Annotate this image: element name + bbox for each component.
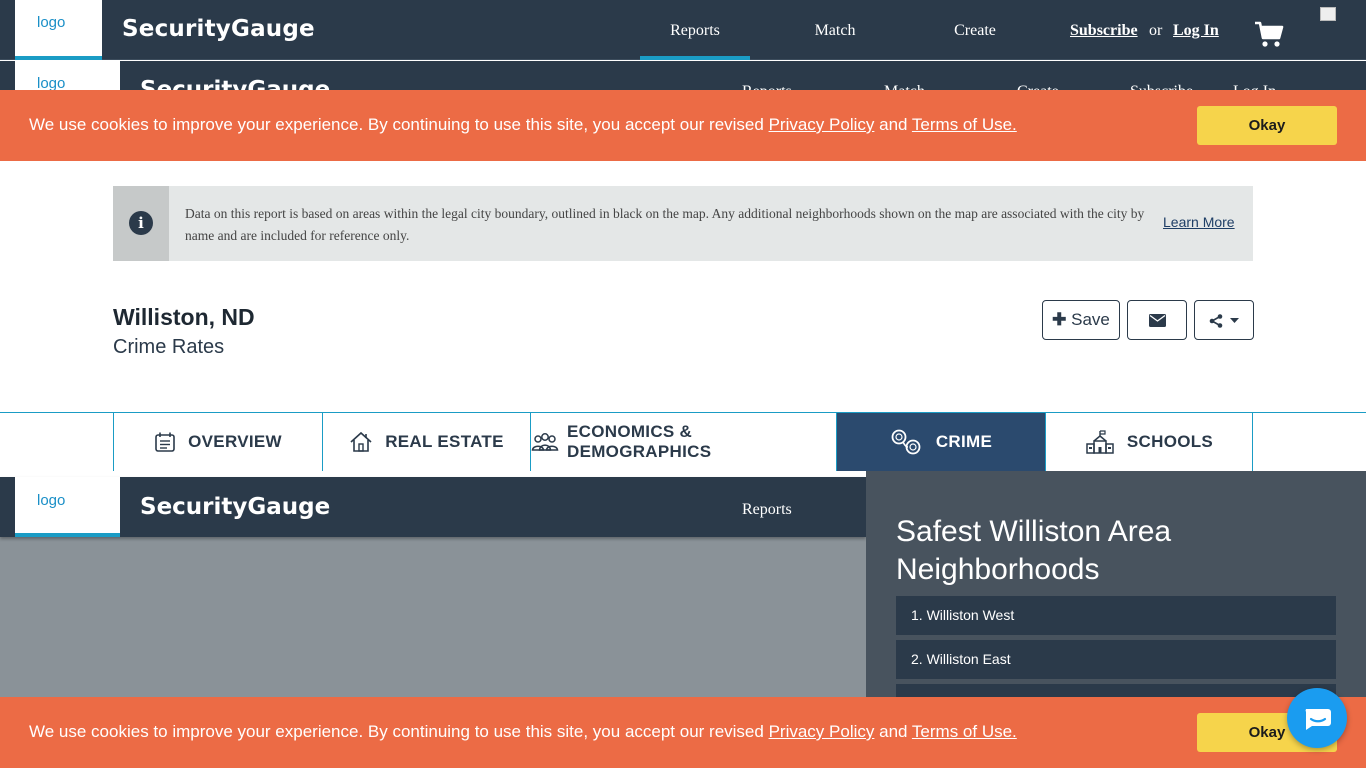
subscribe-link[interactable]: Subscribe (1070, 22, 1138, 40)
share-button[interactable] (1194, 300, 1254, 340)
privacy-policy-link[interactable]: Privacy Policy (769, 722, 875, 741)
duplicate-navbar: logo SecurityGauge Reports Match Create … (0, 61, 1366, 91)
chat-widget-button[interactable] (1287, 688, 1347, 748)
brand-name[interactable]: SecurityGauge (140, 77, 330, 91)
broken-image-icon (1320, 7, 1336, 21)
info-icon: i (129, 211, 153, 235)
cookie-text: We use cookies to improve your experienc… (29, 722, 764, 741)
nav-reports[interactable]: Reports (640, 22, 750, 60)
caret-down-icon (1230, 317, 1240, 323)
report-tabs: OVERVIEW REAL ESTATE ECONOMICS & DEMOGRA… (0, 412, 1366, 471)
tab-real-estate-label: REAL ESTATE (385, 432, 504, 451)
cart-icon[interactable] (1254, 20, 1284, 48)
school-icon (1086, 430, 1114, 454)
nav-match[interactable]: Match (790, 22, 880, 40)
nav-create[interactable]: Create (930, 22, 1020, 40)
info-icon-box: i (113, 186, 169, 261)
top-navbar: logo SecurityGauge Reports Match Create … (0, 0, 1366, 60)
cookie-message: We use cookies to improve your experienc… (29, 115, 1017, 135)
cookie-text: We use cookies to improve your experienc… (29, 115, 764, 134)
tab-economics-demographics[interactable]: ECONOMICS & DEMOGRAPHICS (530, 413, 836, 471)
logo-alt-text: logo (37, 75, 66, 91)
people-icon (531, 433, 559, 451)
logo[interactable]: logo (15, 61, 120, 91)
cookie-and: and (879, 115, 908, 134)
save-label: Save (1071, 310, 1110, 329)
cookie-banner: We use cookies to improve your experienc… (0, 697, 1366, 768)
calendar-icon (155, 432, 175, 452)
brand-name[interactable]: SecurityGauge (122, 16, 315, 42)
tab-crime-label: CRIME (935, 432, 993, 451)
embedded-navbar: logo SecurityGauge Reports (0, 477, 866, 537)
tab-economics-label: ECONOMICS & DEMOGRAPHICS (567, 422, 712, 461)
tab-overview[interactable]: OVERVIEW (113, 413, 322, 471)
house-icon (350, 431, 372, 452)
handcuffs-icon (891, 429, 921, 455)
neighborhood-item[interactable]: 1. Williston West (896, 596, 1336, 635)
info-text: Data on this report is based on areas wi… (185, 206, 1145, 243)
crime-map-section: logo SecurityGauge Reports Safest Willis… (0, 471, 1366, 723)
neighborhood-item[interactable]: 2. Williston East (896, 640, 1336, 679)
terms-of-use-link[interactable]: Terms of Use. (912, 722, 1017, 741)
cookie-and: and (879, 722, 908, 741)
page-subtitle: Crime Rates (113, 336, 225, 358)
tab-crime[interactable]: CRIME (836, 413, 1045, 471)
save-button[interactable]: ✚ Save (1042, 300, 1120, 340)
plus-icon: ✚ (1052, 310, 1067, 329)
tab-schools[interactable]: SCHOOLS (1045, 413, 1253, 471)
chat-icon (1305, 709, 1331, 730)
info-banner: i Data on this report is based on areas … (113, 186, 1253, 261)
logo-alt-text: logo (37, 492, 66, 509)
tab-real-estate[interactable]: REAL ESTATE (322, 413, 530, 471)
envelope-icon (1148, 314, 1166, 328)
tab-overview-label: OVERVIEW (188, 432, 282, 451)
logo[interactable]: logo (15, 477, 120, 537)
email-button[interactable] (1127, 300, 1187, 340)
safest-neighborhoods-panel: Safest Williston Area Neighborhoods 1. W… (866, 471, 1366, 723)
cookie-banner: We use cookies to improve your experienc… (0, 90, 1366, 161)
share-icon (1209, 313, 1222, 328)
brand-name[interactable]: SecurityGauge (140, 494, 330, 520)
nav-reports[interactable]: Reports (742, 501, 792, 519)
page-title: Williston, ND (113, 304, 255, 330)
cookie-okay-button[interactable]: Okay (1197, 106, 1337, 145)
logo[interactable]: logo (15, 0, 102, 60)
tab-schools-label: SCHOOLS (1126, 432, 1214, 451)
privacy-policy-link[interactable]: Privacy Policy (769, 115, 875, 134)
or-text: or (1149, 22, 1163, 39)
logo-alt-text: logo (37, 14, 66, 31)
cookie-message: We use cookies to improve your experienc… (29, 722, 1017, 742)
login-link[interactable]: Log In (1173, 22, 1219, 40)
learn-more-link[interactable]: Learn More (1163, 214, 1235, 230)
safest-neighborhoods-title: Safest Williston Area Neighborhoods (896, 515, 1172, 586)
crime-map[interactable]: logo SecurityGauge Reports (0, 477, 866, 697)
terms-of-use-link[interactable]: Terms of Use. (912, 115, 1017, 134)
